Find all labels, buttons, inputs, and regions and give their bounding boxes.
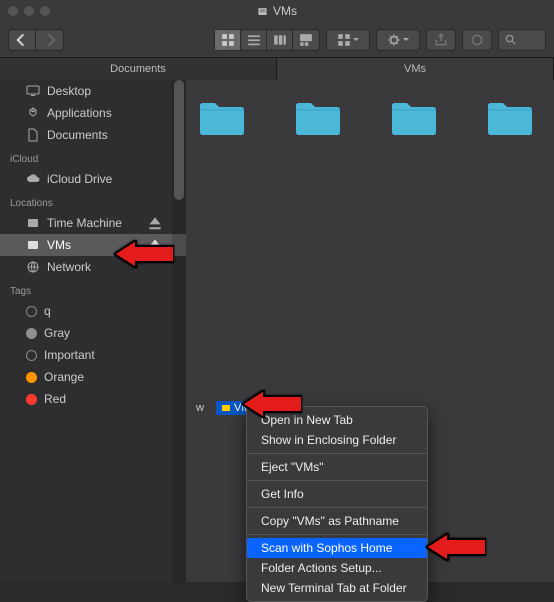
toolbar	[0, 22, 554, 58]
sidebar-heading-icloud: iCloud	[0, 146, 186, 168]
nav-buttons	[8, 29, 64, 51]
window-title-text: VMs	[273, 4, 297, 18]
sidebar-item-label: Desktop	[47, 84, 91, 98]
ctx-scan-sophos[interactable]: Scan with Sophos Home	[247, 538, 427, 558]
tab-documents[interactable]: Documents	[0, 58, 277, 80]
sidebar-item-network[interactable]: Network	[0, 256, 186, 278]
zoom-window-button[interactable]	[40, 6, 50, 16]
window-title: VMs	[257, 4, 297, 18]
tag-color-dot	[26, 394, 37, 405]
minimize-window-button[interactable]	[24, 6, 34, 16]
eject-icon[interactable]	[148, 238, 162, 252]
sidebar-item-label: Red	[44, 392, 66, 406]
sidebar-scrollbar[interactable]	[172, 80, 186, 582]
icon-view-button[interactable]	[215, 30, 241, 50]
sidebar-item-label: Documents	[47, 128, 108, 142]
search-field[interactable]	[498, 29, 546, 51]
sidebar-tag-important[interactable]: Important	[0, 344, 186, 366]
sidebar-item-time-machine[interactable]: Time Machine	[0, 212, 186, 234]
disk-icon	[26, 216, 40, 230]
close-window-button[interactable]	[8, 6, 18, 16]
icon-grid	[186, 80, 554, 156]
forward-button[interactable]	[36, 29, 64, 51]
tab-vms[interactable]: VMs	[277, 58, 554, 80]
gallery-view-button[interactable]	[293, 30, 319, 50]
menu-separator	[247, 453, 427, 454]
folder-icon[interactable]	[294, 98, 342, 138]
sidebar-item-icloud-drive[interactable]: iCloud Drive	[0, 168, 186, 190]
sidebar-heading-tags: Tags	[0, 278, 186, 300]
ctx-open-new-tab[interactable]: Open in New Tab	[247, 410, 427, 430]
sidebar-item-label: iCloud Drive	[47, 172, 112, 186]
sidebar-item-label: Applications	[47, 106, 112, 120]
folder-icon[interactable]	[486, 98, 534, 138]
eject-icon[interactable]	[148, 216, 162, 230]
sidebar-item-desktop[interactable]: Desktop	[0, 80, 186, 102]
view-switcher[interactable]	[214, 29, 320, 51]
folder-icon[interactable]	[390, 98, 438, 138]
tag-color-dot	[26, 328, 37, 339]
ctx-show-enclosing[interactable]: Show in Enclosing Folder	[247, 430, 427, 450]
share-button[interactable]	[426, 29, 456, 51]
sidebar: Desktop Applications Documents iCloud iC…	[0, 80, 186, 582]
window-titlebar: VMs	[0, 0, 554, 22]
disk-icon	[221, 403, 231, 413]
network-icon	[26, 260, 40, 274]
sidebar-item-label: q	[44, 304, 51, 318]
finder-tabs: Documents VMs	[0, 58, 554, 80]
documents-icon	[26, 128, 40, 142]
traffic-lights	[0, 6, 50, 16]
applications-icon	[26, 106, 40, 120]
ctx-folder-actions[interactable]: Folder Actions Setup...	[247, 558, 427, 578]
sidebar-tag-q[interactable]: q	[0, 300, 186, 322]
sidebar-item-label: Time Machine	[47, 216, 122, 230]
menu-separator	[247, 480, 427, 481]
tag-color-dot	[26, 372, 37, 383]
ctx-get-info[interactable]: Get Info	[247, 484, 427, 504]
context-menu: Open in New Tab Show in Enclosing Folder…	[246, 406, 428, 602]
ctx-eject[interactable]: Eject "VMs"	[247, 457, 427, 477]
tags-button[interactable]	[462, 29, 492, 51]
menu-separator	[247, 507, 427, 508]
back-button[interactable]	[8, 29, 36, 51]
desktop-icon	[26, 84, 40, 98]
ctx-copy-pathname[interactable]: Copy "VMs" as Pathname	[247, 511, 427, 531]
sidebar-item-label: Important	[44, 348, 95, 362]
sidebar-item-label: Gray	[44, 326, 70, 340]
disk-icon	[26, 238, 40, 252]
list-view-button[interactable]	[241, 30, 267, 50]
sidebar-tag-red[interactable]: Red	[0, 388, 186, 410]
column-view-button[interactable]	[267, 30, 293, 50]
tag-color-dot	[26, 350, 37, 361]
sidebar-tag-orange[interactable]: Orange	[0, 366, 186, 388]
scrollbar-thumb[interactable]	[174, 80, 184, 200]
sidebar-item-label: Network	[47, 260, 91, 274]
action-menu[interactable]	[376, 29, 420, 51]
sidebar-item-applications[interactable]: Applications	[0, 102, 186, 124]
sidebar-item-label: Orange	[44, 370, 84, 384]
sidebar-tag-gray[interactable]: Gray	[0, 322, 186, 344]
sidebar-heading-locations: Locations	[0, 190, 186, 212]
arrange-menu[interactable]	[326, 29, 370, 51]
folder-icon[interactable]	[198, 98, 246, 138]
sidebar-item-vms[interactable]: VMs	[0, 234, 186, 256]
menu-separator	[247, 534, 427, 535]
sidebar-item-documents[interactable]: Documents	[0, 124, 186, 146]
ctx-new-terminal[interactable]: New Terminal Tab at Folder	[247, 578, 427, 598]
tag-color-dot	[26, 306, 37, 317]
sidebar-item-label: VMs	[47, 238, 71, 252]
disk-icon	[257, 6, 268, 17]
search-icon	[505, 34, 516, 45]
path-segment[interactable]: w	[196, 402, 212, 414]
cloud-icon	[26, 172, 40, 186]
